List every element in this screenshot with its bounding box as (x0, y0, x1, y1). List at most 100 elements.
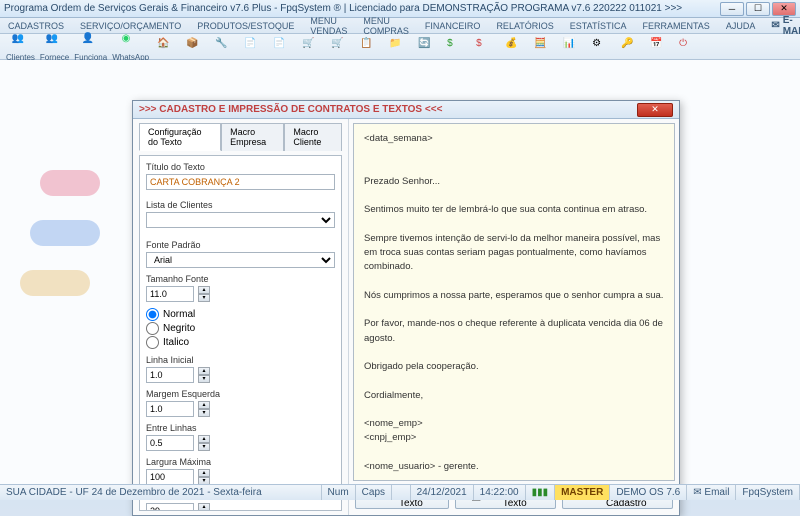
fonte-select[interactable]: Arial (146, 252, 335, 268)
radio-normal[interactable]: Normal (146, 308, 335, 321)
bg-shape (40, 170, 100, 196)
titulo-label: Título do Texto (146, 162, 335, 172)
status-caps: Caps (356, 485, 392, 500)
status-left: SUA CIDADE - UF 24 de Dezembro de 2021 -… (0, 485, 322, 500)
spin-up[interactable]: ▴ (198, 469, 210, 477)
tabs: Configuração do Texto Macro Empresa Macr… (139, 123, 342, 151)
spin-up[interactable]: ▴ (198, 367, 210, 375)
calc-icon: 🧮 (534, 38, 552, 56)
dialog-close-button[interactable]: ✕ (637, 103, 673, 117)
spin-down[interactable]: ▾ (198, 294, 210, 302)
tool-14[interactable]: 🔄 (413, 36, 441, 58)
menu-vendas[interactable]: MENU VENDAS (306, 15, 351, 37)
tool-19[interactable]: 📊 (558, 36, 586, 58)
tool-23[interactable]: ⏻ (674, 36, 702, 58)
tool-18[interactable]: 🧮 (529, 36, 557, 58)
spin-up[interactable]: ▴ (198, 401, 210, 409)
window-title: Programa Ordem de Serviços Gerais & Fina… (4, 3, 720, 14)
menu-produtos[interactable]: PRODUTOS/ESTOQUE (193, 20, 298, 32)
menu-relatorios[interactable]: RELATÓRIOS (492, 20, 557, 32)
titulo-input[interactable] (146, 174, 335, 190)
status-email[interactable]: ✉ Email (687, 485, 736, 500)
menu-ferramentas[interactable]: FERRAMENTAS (638, 20, 713, 32)
doc-icon: 📄 (273, 38, 291, 56)
gear-icon: ⚙ (592, 38, 610, 56)
wrench-icon: 🔧 (215, 38, 233, 56)
tool-21[interactable]: 🔑 (616, 36, 644, 58)
radio-negrito[interactable]: Negrito (146, 322, 335, 335)
menu-financeiro[interactable]: FINANCEIRO (421, 20, 485, 32)
lista-label: Lista de Clientes (146, 200, 335, 210)
spin-up[interactable]: ▴ (198, 503, 210, 511)
config-panel: Configuração do Texto Macro Empresa Macr… (133, 119, 349, 515)
tool-08[interactable]: 📄 (239, 36, 267, 58)
menu-estatistica[interactable]: ESTATÍSTICA (566, 20, 631, 32)
tool-whatsapp[interactable]: ◉ (117, 31, 145, 53)
spin-up[interactable]: ▴ (198, 435, 210, 443)
minimize-button[interactable]: ─ (720, 2, 744, 16)
tab-macro-empresa[interactable]: Macro Empresa (221, 123, 284, 151)
spin-up[interactable]: ▴ (198, 286, 210, 294)
entre-input[interactable] (146, 435, 194, 451)
status-blank (392, 485, 411, 500)
people-icon: 👥 (46, 33, 64, 51)
tool-05[interactable]: 🏠 (152, 36, 180, 58)
statusbar: SUA CIDADE - UF 24 de Dezembro de 2021 -… (0, 484, 800, 500)
tool-17[interactable]: 💰 (500, 36, 528, 58)
spin-down[interactable]: ▾ (198, 375, 210, 383)
email-icon: ✉ (771, 20, 779, 31)
text-editor[interactable]: <data_semana> Prezado Senhor... Sentimos… (353, 123, 675, 481)
key-icon: 🔑 (621, 38, 639, 56)
tab-config[interactable]: Configuração do Texto (139, 123, 221, 151)
radio-italico[interactable]: Italico (146, 336, 335, 349)
cart-icon: 🛒 (331, 38, 349, 56)
tab-content: Título do Texto Lista de Clientes Fonte … (139, 155, 342, 511)
tool-11[interactable]: 🛒 (326, 36, 354, 58)
margem-input[interactable] (146, 401, 194, 417)
tool-12[interactable]: 📋 (355, 36, 383, 58)
dialog-cadastro-textos: >>> CADASTRO E IMPRESSÃO DE CONTRATOS E … (132, 100, 680, 516)
tool-06[interactable]: 📦 (181, 36, 209, 58)
tool-20[interactable]: ⚙ (587, 36, 615, 58)
linha-inicial-input[interactable] (146, 367, 194, 383)
tool-09[interactable]: 📄 (268, 36, 296, 58)
chart-icon: 📊 (563, 38, 581, 56)
bg-shape (30, 220, 100, 246)
spin-down[interactable]: ▾ (198, 443, 210, 451)
menu-email[interactable]: ✉E-MAIL (767, 14, 800, 38)
status-time: 14:22:00 (474, 485, 526, 500)
spin-down[interactable]: ▾ (198, 409, 210, 417)
status-date: 24/12/2021 (411, 485, 474, 500)
menu-compras[interactable]: MENU COMPRAS (359, 15, 413, 37)
largura-label: Largura Máxima (146, 457, 335, 467)
tamanho-input[interactable] (146, 286, 194, 302)
margem-label: Margem Esquerda (146, 389, 335, 399)
limite-input[interactable] (146, 503, 194, 511)
menu-servico[interactable]: SERVIÇO/ORÇAMENTO (76, 20, 185, 32)
menu-ajuda[interactable]: AJUDA (722, 20, 760, 32)
tool-22[interactable]: 📅 (645, 36, 673, 58)
workspace: >>> CADASTRO E IMPRESSÃO DE CONTRATOS E … (0, 60, 800, 484)
tool-13[interactable]: 📁 (384, 36, 412, 58)
tool-16[interactable]: $ (471, 36, 499, 58)
toolbar: 👥Clientes 👥Fornece 👤Funciona ◉WhatsApp 🏠… (0, 34, 800, 60)
tool-10[interactable]: 🛒 (297, 36, 325, 58)
dialog-titlebar: >>> CADASTRO E IMPRESSÃO DE CONTRATOS E … (133, 101, 679, 119)
tab-macro-cliente[interactable]: Macro Cliente (284, 123, 342, 151)
lista-select[interactable] (146, 212, 335, 228)
tool-fornece[interactable]: 👥 (41, 31, 69, 53)
tool-funciona[interactable]: 👤 (77, 31, 105, 53)
largura-input[interactable] (146, 469, 194, 485)
tool-15[interactable]: $ (442, 36, 470, 58)
money-icon: 💰 (505, 38, 523, 56)
tool-07[interactable]: 🔧 (210, 36, 238, 58)
menu-cadastros[interactable]: CADASTROS (4, 20, 68, 32)
agenda-icon: 📅 (650, 38, 668, 56)
tamanho-label: Tamanho Fonte (146, 274, 335, 284)
status-master: MASTER (555, 485, 610, 500)
status-num: Num (322, 485, 356, 500)
status-indicator: ▮▮▮ (526, 485, 556, 500)
exit-icon: ⏻ (679, 38, 697, 56)
tool-clientes[interactable]: 👥 (6, 31, 34, 53)
refresh-icon: 🔄 (418, 38, 436, 56)
